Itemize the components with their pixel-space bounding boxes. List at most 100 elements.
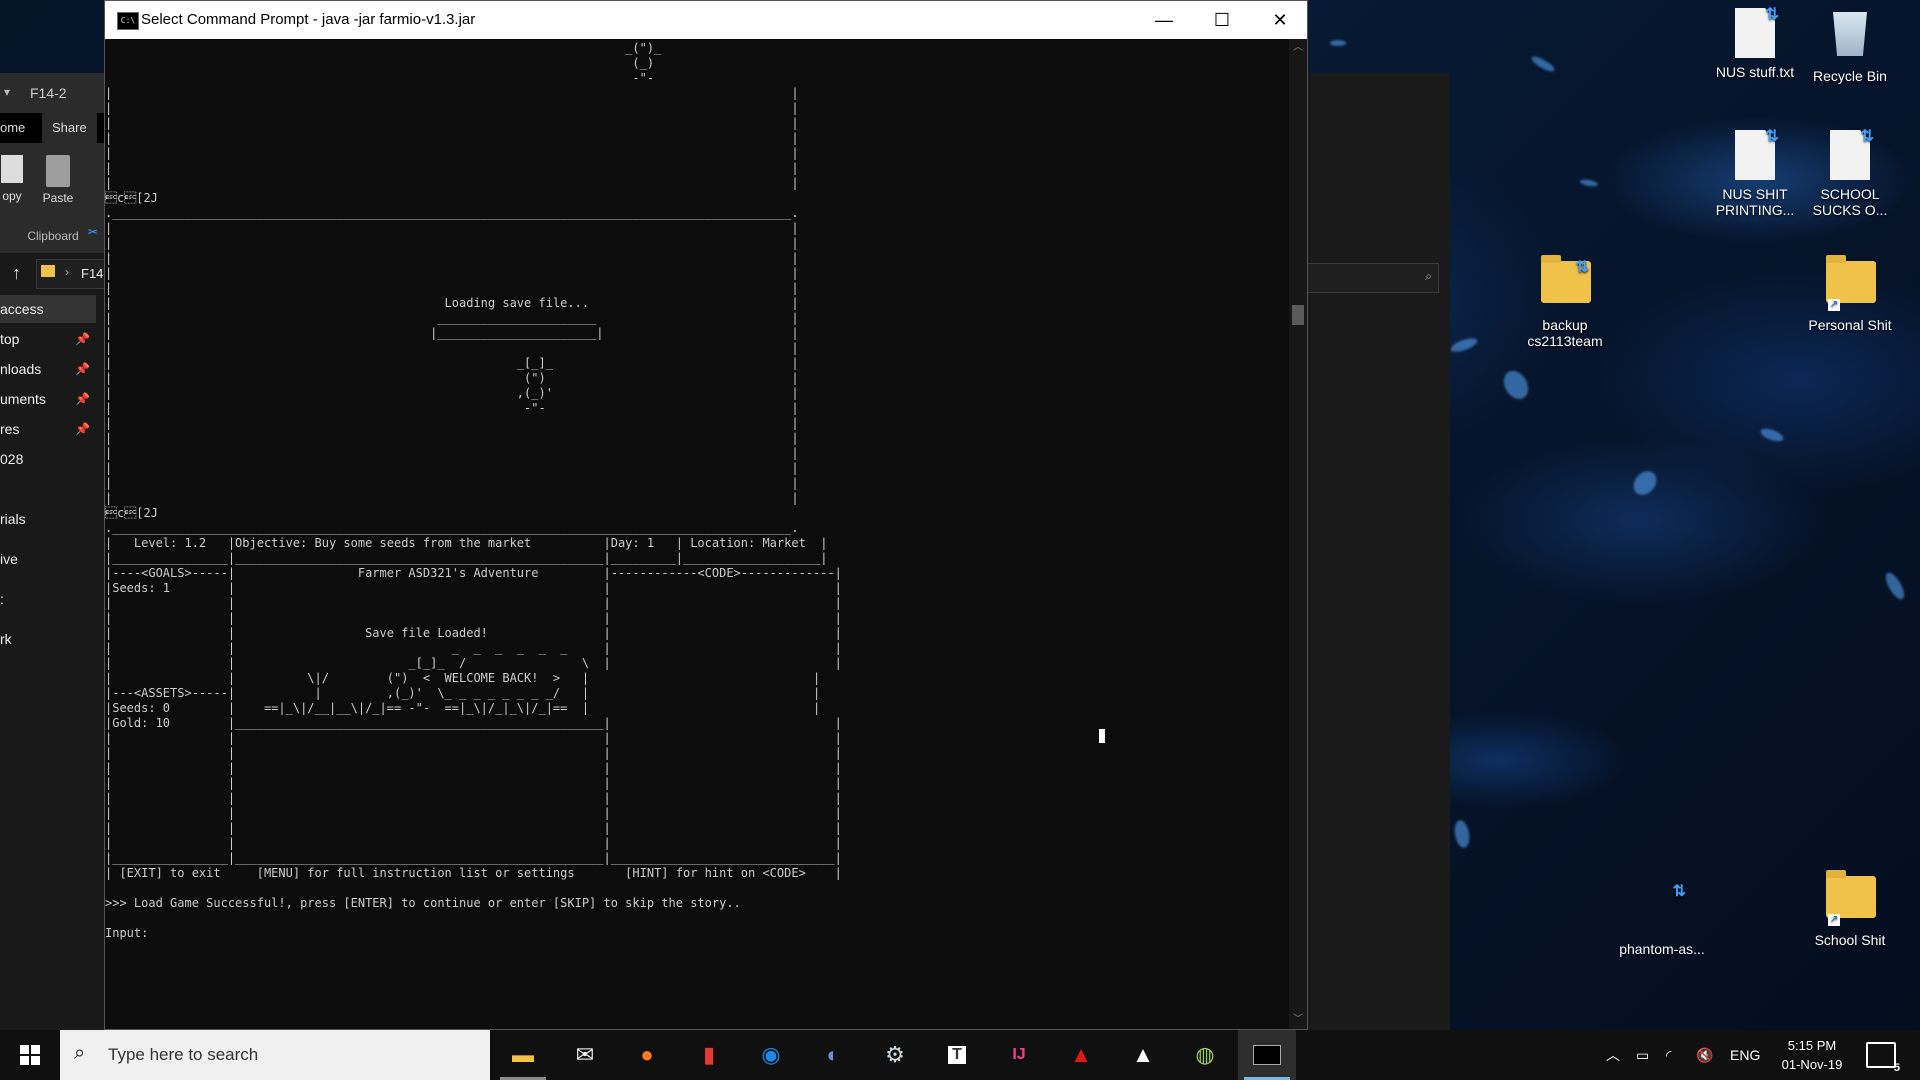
clipboard-group-label: Clipboard [27, 229, 79, 243]
address-bar[interactable]: › F14 [36, 259, 108, 289]
taskbar-discord[interactable]: ◐ [804, 1030, 862, 1080]
console-scrollbar[interactable]: ︿ ﹀ [1289, 39, 1307, 1029]
desktop-icon-label: School Shit [1814, 932, 1886, 948]
battery-icon[interactable]: ▭ [1636, 1030, 1649, 1080]
clock-time: 5:15 PM [1787, 1038, 1837, 1053]
console-output[interactable]: _(")_ (_) -"- | | | | | | | | | | | | | … [105, 39, 1289, 1029]
wallpaper-light [1452, 818, 1472, 850]
sidebar-item-label: uments [0, 391, 46, 407]
scroll-up-icon[interactable]: ︿ [1289, 39, 1307, 57]
taskbar-search-input[interactable]: ⌕ Type here to search [60, 1030, 490, 1080]
close-button[interactable]: ✕ [1251, 1, 1309, 39]
language-indicator[interactable]: ENG [1730, 1030, 1760, 1080]
maximize-button[interactable]: ☐ [1193, 1, 1251, 39]
desktop-icon-nus-stuff[interactable]: ⇅ NUS stuff.txt [1705, 6, 1805, 80]
explorer-search-input[interactable]: ⌕ [1305, 263, 1439, 293]
sidebar-item-pictures[interactable]: res 📌 [0, 415, 96, 443]
taskbar-photos[interactable]: ▲ [1114, 1030, 1172, 1080]
sidebar-item-label: nloads [0, 361, 42, 377]
windows-icon [20, 1045, 40, 1065]
taskbar-mail[interactable]: ✉ [556, 1030, 614, 1080]
sidebar-item-onedrive[interactable]: ive [0, 545, 96, 573]
taskbar-paint[interactable]: ◍ [1176, 1030, 1234, 1080]
pin-icon: 📌 [75, 392, 90, 406]
sidebar-item-network[interactable]: rk [0, 625, 96, 653]
pin-icon: 📌 [75, 422, 90, 436]
up-arrow-icon[interactable]: ↑ [12, 263, 21, 284]
volume-muted-icon[interactable]: 🔇 [1696, 1030, 1713, 1080]
desktop-icon-label: NUS SHIT PRINTING... [1715, 186, 1795, 218]
wallpaper-light [1498, 366, 1534, 404]
pdf-icon: ▮ [702, 1042, 716, 1067]
wallpaper-light [1882, 570, 1908, 602]
copy-icon [1, 155, 23, 183]
steam-icon: ⚙ [885, 1042, 905, 1067]
cmd-title-bar[interactable]: C:\ Select Command Prompt - java -jar fa… [105, 1, 1307, 39]
command-prompt-icon: C:\ [117, 12, 139, 30]
desktop-icon-phantom[interactable]: ⇅ phantom-as... [1612, 883, 1712, 957]
sidebar-item-tutorials[interactable]: rials [0, 505, 96, 533]
taskbar-maps[interactable]: ◉ [742, 1030, 800, 1080]
search-icon: ⌕ [1425, 269, 1432, 283]
pin-icon: 📌 [75, 362, 90, 376]
desktop-icon-recycle-bin[interactable]: Recycle Bin [1800, 8, 1900, 84]
show-hidden-icons-icon[interactable]: ︿ [1606, 1030, 1620, 1080]
folder-shortcut-icon: ↗ [1826, 870, 1876, 928]
paste-button[interactable]: Paste [38, 155, 78, 205]
scroll-down-icon[interactable]: ﹀ [1289, 1011, 1307, 1029]
desktop-icon-personal-shit[interactable]: ↗ Personal Shit [1800, 255, 1900, 333]
desktop-icon-school-sucks[interactable]: ⇅ SCHOOL SUCKS O... [1800, 128, 1900, 218]
cut-icon[interactable]: ✂ [88, 225, 98, 239]
wallpaper-light [1579, 178, 1599, 188]
start-button[interactable] [0, 1030, 60, 1080]
firefox-icon: ● [640, 1042, 654, 1067]
wallpaper-light [1529, 54, 1557, 74]
system-clock[interactable]: 5:15 PM 01-Nov-19 [1770, 1036, 1854, 1074]
desktop-icon-label: Recycle Bin [1813, 68, 1887, 84]
wifi-icon[interactable]: ◜ [1666, 1030, 1671, 1080]
notification-count: 5 [1893, 1062, 1900, 1074]
sidebar-item-quick-access[interactable]: access [0, 295, 96, 323]
sidebar-item-drive[interactable]: : [0, 585, 96, 613]
quick-access-dropdown-icon[interactable]: ▾ [4, 85, 10, 99]
file-explorer-icon: ▬ [512, 1042, 534, 1067]
wallpaper-light [1759, 426, 1785, 444]
wallpaper-light [1628, 466, 1662, 500]
desktop-icon-label: Personal Shit [1808, 317, 1892, 333]
taskbar-typora[interactable]: T [928, 1030, 986, 1080]
taskbar-file-explorer[interactable]: ▬ [494, 1030, 552, 1080]
tab-share[interactable]: Share [42, 113, 97, 143]
photos-icon: ▲ [1132, 1042, 1154, 1067]
taskbar-steam[interactable]: ⚙ [866, 1030, 924, 1080]
copy-button[interactable]: opy [0, 155, 30, 203]
taskbar-command-prompt[interactable] [1238, 1030, 1296, 1080]
taskbar-intellij[interactable]: IJ [990, 1030, 1048, 1080]
typora-icon: T [948, 1046, 966, 1064]
angular-icon: ▲ [1070, 1042, 1092, 1067]
minimize-button[interactable]: — [1135, 1, 1193, 39]
desktop-icon-backup-cs2113team[interactable]: ⇅ backup cs2113team [1515, 255, 1615, 349]
pin-icon: 📌 [75, 332, 90, 346]
sidebar-item-desktop[interactable]: top 📌 [0, 325, 96, 353]
desktop-icon-nus-shit-printing[interactable]: ⇅ NUS SHIT PRINTING... [1705, 128, 1805, 218]
shortcut-icon: ⇅ [1672, 883, 1686, 900]
paste-label: Paste [42, 191, 74, 205]
maps-pin-icon: ◉ [761, 1042, 781, 1067]
taskbar-firefox[interactable]: ● [618, 1030, 676, 1080]
sidebar-item-documents[interactable]: uments 📌 [0, 385, 96, 413]
action-center-icon[interactable]: 5 [1866, 1042, 1900, 1074]
sidebar-item-downloads[interactable]: nloads 📌 [0, 355, 96, 383]
desktop-icon-school-shit[interactable]: ↗ School Shit [1800, 870, 1900, 948]
search-icon: ⌕ [74, 1042, 86, 1064]
folder-icon [41, 265, 55, 277]
taskbar-pdf-reader[interactable]: ▮ [680, 1030, 738, 1080]
folder-shortcut-icon: ↗ [1826, 255, 1876, 313]
clock-date: 01-Nov-19 [1781, 1057, 1843, 1072]
sidebar-item-folder[interactable]: 028 [0, 445, 96, 473]
taskbar-angular[interactable]: ▲ [1052, 1030, 1110, 1080]
scroll-thumb[interactable] [1292, 305, 1304, 325]
desktop-icon-label: backup cs2113team [1527, 317, 1603, 349]
tab-home[interactable]: ome [0, 113, 35, 143]
desktop-icon-label: phantom-as... [1619, 941, 1705, 957]
sidebar-item-label: top [0, 331, 20, 347]
